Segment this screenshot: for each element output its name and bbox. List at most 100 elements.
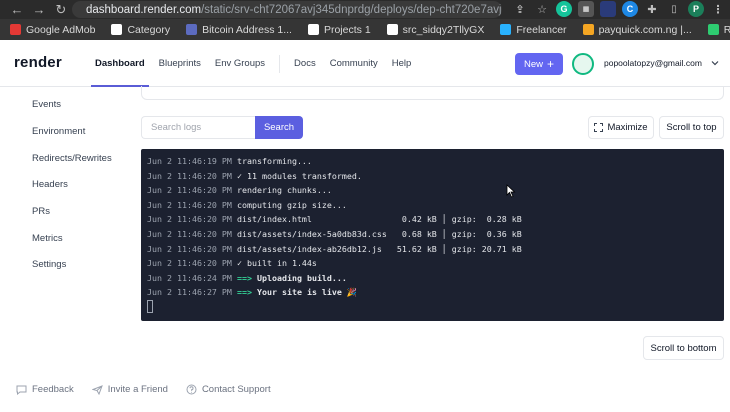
log-line: Jun 2 11:46:20 PM dist/assets/index-5a0db… xyxy=(147,228,522,240)
send-icon xyxy=(91,384,103,395)
user-avatar[interactable] xyxy=(572,53,594,75)
reload-icon[interactable]: ↻ xyxy=(50,0,72,19)
grammarly-icon[interactable]: G xyxy=(556,1,572,17)
log-line: Jun 2 11:46:20 PM rendering chunks... xyxy=(147,184,332,196)
bookmark-item[interactable]: Freelancer xyxy=(500,24,567,36)
nav-community[interactable]: Community xyxy=(330,40,378,87)
log-text: computing gzip size... xyxy=(237,199,347,210)
nav-blueprints[interactable]: Blueprints xyxy=(159,40,201,87)
extension-icon[interactable]: ▦ xyxy=(578,1,594,17)
scroll-to-bottom-button[interactable]: Scroll to bottom xyxy=(643,336,724,360)
share-icon[interactable]: ⇪ xyxy=(512,1,528,17)
bookmark-item[interactable]: Category xyxy=(111,24,170,36)
search-button[interactable]: Search xyxy=(255,116,303,139)
log-line: Jun 2 11:46:24 PM ==> Uploading build... xyxy=(147,272,347,284)
extension-bar: ⇪ ☆ G ▦ C ✚ ▯ P ⋮ xyxy=(512,1,726,17)
scroll-to-top-button[interactable]: Scroll to top xyxy=(659,116,724,139)
log-line: Jun 2 11:46:20 PM ✓ 11 modules transforme… xyxy=(147,170,362,182)
bookmark-label: Projects 1 xyxy=(323,23,371,36)
log-text: ✓ 11 modules transformed. xyxy=(237,170,362,181)
shield-extension-icon[interactable] xyxy=(600,1,616,17)
sidebar-icon[interactable]: ▯ xyxy=(666,1,682,17)
bookmark-icon xyxy=(582,24,594,35)
log-message: dist/assets/index-ab26db12.js 51.62 kB │… xyxy=(237,243,522,255)
sidebar-item-headers[interactable]: Headers xyxy=(32,179,68,190)
bookmark-item[interactable]: payquick.com.ng |... xyxy=(582,23,692,36)
puzzle-icon[interactable]: ✚ xyxy=(644,1,660,17)
log-timestamp: Jun 2 11:46:20 PM xyxy=(147,170,232,181)
bookmark-item[interactable]: src_sidqy2TllyGX xyxy=(386,23,485,36)
log-timestamp: Jun 2 11:46:20 PM xyxy=(147,185,232,196)
bookmark-label: payquick.com.ng |... xyxy=(598,23,692,36)
log-message: ✓ 11 modules transformed. xyxy=(237,170,362,182)
bookmark-label: Remotasks xyxy=(723,23,730,36)
log-message: computing gzip size... xyxy=(237,199,347,211)
log-timestamp: Jun 2 11:46:20 PM xyxy=(147,258,232,269)
bookmark-icon xyxy=(186,24,198,35)
sidebar-item-prs[interactable]: PRs xyxy=(32,206,50,217)
bookmark-item[interactable]: Bitcoin Address 1... xyxy=(186,24,292,36)
nav-dashboard[interactable]: Dashboard xyxy=(91,40,149,87)
invite-link[interactable]: Invite a Friend xyxy=(91,384,168,395)
bookmark-item[interactable]: Remotasks xyxy=(707,23,730,36)
log-message: dist/index.html 0.42 kB │ gzip: 0.28 kB xyxy=(237,213,522,225)
log-arrow: ==> xyxy=(237,272,252,283)
forward-icon[interactable]: → xyxy=(28,0,50,19)
log-line: Jun 2 11:46:20 PM computing gzip size... xyxy=(147,199,347,211)
log-text: Uploading build... xyxy=(257,272,347,283)
log-timestamp: Jun 2 11:46:24 PM xyxy=(147,272,232,283)
log-text: transforming... xyxy=(237,156,312,166)
log-line: Jun 2 11:46:19 PM transforming... xyxy=(147,155,312,167)
sidebar-item-metrics[interactable]: Metrics xyxy=(32,233,63,244)
url-path: /static/srv-cht72067avj345dnprdg/deploys… xyxy=(201,3,502,16)
invite-label: Invite a Friend xyxy=(107,384,168,395)
bookmark-item[interactable]: Projects 1 xyxy=(307,23,371,36)
coupon-extension-icon[interactable]: C xyxy=(622,1,638,17)
footer: Feedback Invite a Friend Contact Support xyxy=(16,384,271,395)
star-icon[interactable]: ☆ xyxy=(534,1,550,17)
nav-help[interactable]: Help xyxy=(392,40,412,87)
user-email[interactable]: popoolatopzy@gmail.com xyxy=(604,58,702,68)
log-timestamp: Jun 2 11:46:20 PM xyxy=(147,229,232,239)
render-logo[interactable]: render xyxy=(14,54,62,71)
maximize-button[interactable]: Maximize xyxy=(588,116,654,139)
bookmark-icon xyxy=(307,24,319,35)
bookmark-icon xyxy=(10,24,21,35)
bookmark-label: Google AdMob xyxy=(26,23,96,36)
url-host: dashboard.render.com xyxy=(86,3,202,16)
log-line: Jun 2 11:46:20 PM ✓ built in 1.44s xyxy=(147,257,317,269)
feedback-link[interactable]: Feedback xyxy=(16,384,74,395)
log-text: dist/index.html 0.42 kB │ gzip: 0.28 kB xyxy=(237,214,522,225)
log-terminal[interactable]: Jun 2 11:46:19 PM transforming... Jun 2 11… xyxy=(141,149,724,321)
log-timestamp: Jun 2 11:46:20 PM xyxy=(147,214,232,225)
menu-icon[interactable]: ⋮ xyxy=(710,1,726,17)
plus-icon: + xyxy=(547,57,555,71)
new-button-label: New xyxy=(523,58,543,70)
address-bar[interactable]: dashboard.render.com /static/srv-cht7206… xyxy=(72,1,502,18)
support-link[interactable]: Contact Support xyxy=(186,384,271,395)
bookmark-item[interactable]: Google AdMob xyxy=(10,24,95,36)
top-nav: Dashboard Blueprints Env Groups Docs Com… xyxy=(91,40,425,87)
log-arrow: ==> xyxy=(237,287,252,298)
log-text: dist/assets/index-ab26db12.js 51.62 kB │… xyxy=(237,243,522,254)
log-message: ==> Your site is live 🎉 xyxy=(237,286,357,298)
bookmark-label: Bitcoin Address 1... xyxy=(202,23,292,36)
nav-docs[interactable]: Docs xyxy=(294,40,316,87)
sidebar-item-events[interactable]: Events xyxy=(32,99,61,110)
nav-env-groups[interactable]: Env Groups xyxy=(215,40,265,87)
log-message: ✓ built in 1.44s xyxy=(237,257,317,269)
mouse-pointer-icon xyxy=(506,184,516,198)
chevron-down-icon[interactable] xyxy=(711,59,719,67)
search-logs-input[interactable] xyxy=(141,116,255,139)
sidebar-item-environment[interactable]: Environment xyxy=(32,126,85,137)
bookmark-icon xyxy=(500,24,512,35)
log-timestamp: Jun 2 11:46:27 PM xyxy=(147,287,232,298)
bookmark-label: src_sidqy2TllyGX xyxy=(402,23,485,36)
sidebar-item-settings[interactable]: Settings xyxy=(32,259,66,270)
profile-avatar[interactable]: P xyxy=(688,1,704,17)
back-icon[interactable]: ← xyxy=(6,0,28,19)
log-message: rendering chunks... xyxy=(237,184,332,196)
sidebar-item-redirects[interactable]: Redirects/Rewrites xyxy=(32,153,112,164)
new-button[interactable]: New + xyxy=(515,53,563,75)
bookmark-icon xyxy=(707,24,719,35)
